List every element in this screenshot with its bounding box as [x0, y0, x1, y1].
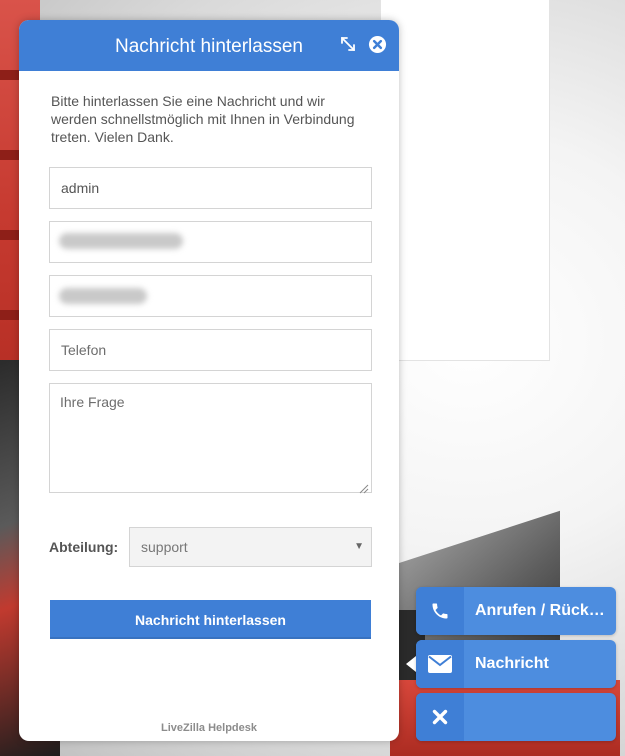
- button-pointer: [406, 656, 416, 672]
- department-label: Abteilung:: [49, 539, 119, 555]
- chevron-down-icon: ▼: [354, 541, 364, 552]
- question-field[interactable]: [49, 383, 372, 493]
- resize-grip-icon[interactable]: [359, 481, 369, 494]
- name-field[interactable]: [49, 167, 372, 209]
- phone-icon: [416, 587, 464, 635]
- phone-field[interactable]: [49, 329, 372, 371]
- call-back-label: Anrufen / Rück…: [475, 602, 605, 619]
- message-button[interactable]: Nachricht: [416, 640, 616, 688]
- blurred-email-value: [59, 233, 183, 249]
- call-back-button[interactable]: Anrufen / Rück…: [416, 587, 616, 635]
- expand-icon[interactable]: [338, 35, 358, 55]
- message-label: Nachricht: [475, 655, 549, 672]
- submit-message-button[interactable]: Nachricht hinterlassen: [50, 600, 371, 639]
- background-page-card: [380, 0, 550, 361]
- widget-header: Nachricht hinterlassen: [19, 20, 399, 71]
- intro-text: Bitte hinterlassen Sie eine Nachricht un…: [51, 93, 355, 145]
- blurred-company-value: [59, 288, 147, 304]
- widget-title: Nachricht hinterlassen: [115, 36, 303, 57]
- envelope-icon: [416, 640, 464, 688]
- close-icon: [416, 693, 464, 741]
- footer-brand: LiveZilla Helpdesk: [161, 722, 257, 734]
- department-select[interactable]: support ▼: [129, 527, 372, 567]
- close-buttons-button[interactable]: [416, 693, 616, 741]
- close-icon[interactable]: [367, 35, 387, 55]
- chat-widget: Nachricht hinterlassen Bitte hinterlasse…: [19, 20, 399, 741]
- department-selected-value: support: [141, 539, 188, 555]
